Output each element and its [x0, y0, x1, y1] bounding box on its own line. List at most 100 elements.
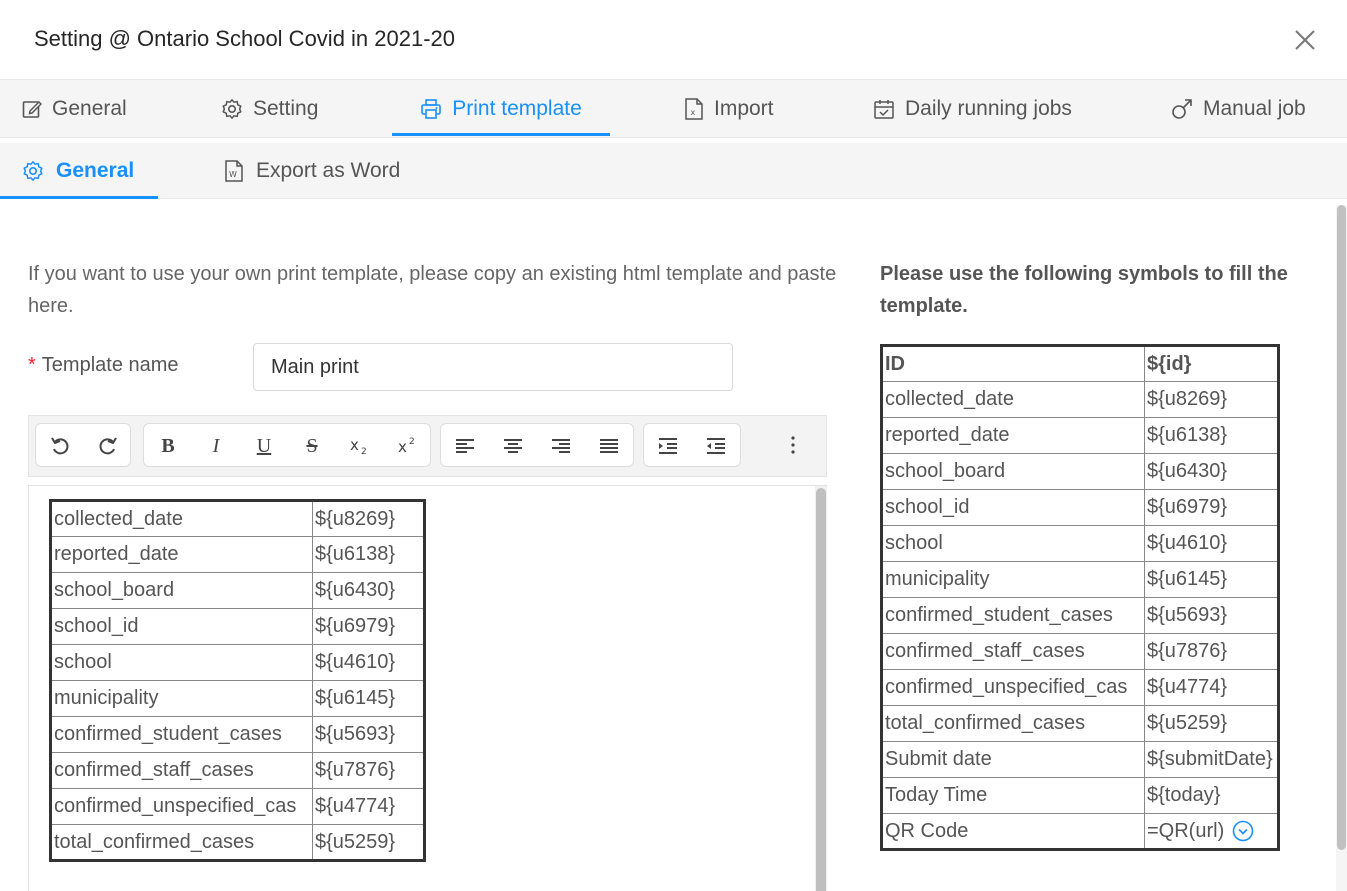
align-left-icon[interactable]: [441, 424, 489, 468]
symbol-code: =QR(url): [1147, 819, 1225, 842]
strikethrough-icon[interactable]: S: [288, 424, 336, 468]
table-row: confirmed_student_cases ${u5693}: [881, 597, 1279, 634]
symbol-name: total_confirmed_cases: [881, 705, 1145, 742]
table-cell[interactable]: school_board: [50, 572, 313, 609]
align-group: [440, 423, 634, 467]
table-row: confirmed_staff_cases ${u7876}: [50, 752, 425, 789]
tab-manual-job[interactable]: Manual job: [1171, 80, 1306, 138]
undo-icon[interactable]: [36, 424, 84, 468]
subtab-general-label: General: [56, 159, 135, 182]
table-row: collected_date ${u8269}: [881, 381, 1279, 418]
table-row: school_id ${u6979}: [881, 489, 1279, 526]
printer-icon: [421, 99, 442, 119]
italic-icon[interactable]: I: [192, 424, 240, 468]
subscript-icon[interactable]: x2: [336, 424, 384, 468]
dialog-title: Setting @ Ontario School Covid in 2021-2…: [34, 26, 456, 51]
indent-icon[interactable]: [644, 424, 692, 468]
svg-text:x: x: [691, 108, 696, 117]
table-row: confirmed_student_cases ${u5693}: [50, 716, 425, 753]
table-cell[interactable]: confirmed_student_cases: [50, 716, 313, 753]
symbol-code: ${u6145}: [1144, 561, 1279, 598]
table-row: collected_date ${u8269}: [50, 500, 425, 537]
table-cell[interactable]: ${u4774}: [312, 788, 425, 825]
tab-general-label: General: [52, 97, 127, 120]
editor-scrollbar-thumb[interactable]: [816, 488, 826, 891]
align-right-icon[interactable]: [537, 424, 585, 468]
table-cell[interactable]: ${u6430}: [312, 572, 425, 609]
symbol-code: ${u8269}: [1144, 381, 1279, 418]
table-cell[interactable]: ${u4610}: [312, 644, 425, 681]
tab-setting[interactable]: Setting: [221, 80, 318, 138]
tab-import[interactable]: x Import: [684, 80, 774, 138]
subtab-export-as-word-label: Export as Word: [256, 159, 401, 182]
table-row: total_confirmed_cases ${u5259}: [50, 824, 425, 861]
table-row: confirmed_unspecified_cas ${u4774}: [50, 788, 425, 825]
table-row: total_confirmed_cases ${u5259}: [881, 705, 1279, 742]
table-row: municipality ${u6145}: [50, 680, 425, 717]
table-cell[interactable]: collected_date: [50, 500, 313, 537]
table-cell[interactable]: ${u6979}: [312, 608, 425, 645]
table-cell[interactable]: total_confirmed_cases: [50, 824, 313, 861]
outdent-icon[interactable]: [692, 424, 740, 468]
editor-scrollbar[interactable]: [815, 486, 827, 891]
table-cell[interactable]: school_id: [50, 608, 313, 645]
tab-print-template[interactable]: Print template: [392, 80, 610, 138]
tab-daily-running-jobs-label: Daily running jobs: [905, 97, 1072, 120]
table-row: school ${u4610}: [881, 525, 1279, 562]
template-name-input[interactable]: [253, 343, 733, 391]
table-cell[interactable]: ${u7876}: [312, 752, 425, 789]
table-cell[interactable]: school: [50, 644, 313, 681]
svg-text:W: W: [229, 170, 237, 179]
bold-icon[interactable]: B: [144, 424, 192, 468]
table-cell[interactable]: ${u6145}: [312, 680, 425, 717]
superscript-icon[interactable]: x2: [384, 424, 432, 468]
editor-table[interactable]: collected_date ${u8269} reported_date ${u6…: [49, 499, 426, 862]
intro-text: If you want to use your own print templa…: [28, 263, 837, 317]
word-file-icon: W: [225, 160, 243, 182]
more-icon[interactable]: [769, 423, 817, 467]
table-row: confirmed_unspecified_cas ${u4774}: [881, 669, 1279, 706]
table-cell[interactable]: ${u6138}: [312, 536, 425, 573]
close-icon[interactable]: [1291, 26, 1319, 54]
subtab-export-as-word[interactable]: W Export as Word: [224, 143, 400, 199]
table-cell[interactable]: reported_date: [50, 536, 313, 573]
symbol-name: confirmed_staff_cases: [881, 633, 1145, 670]
table-cell[interactable]: confirmed_staff_cases: [50, 752, 313, 789]
symbol-code: ${u5259}: [1144, 705, 1279, 742]
table-row: ID ${id}: [881, 345, 1279, 382]
align-center-icon[interactable]: [489, 424, 537, 468]
table-cell[interactable]: municipality: [50, 680, 313, 717]
redo-icon[interactable]: [84, 424, 132, 468]
tab-setting-label: Setting: [253, 97, 319, 120]
symbol-name: confirmed_unspecified_cas: [881, 669, 1145, 706]
edit-icon: [22, 100, 42, 118]
table-cell[interactable]: ${u5259}: [312, 824, 425, 861]
align-justify-icon[interactable]: [585, 424, 633, 468]
table-row: school_id ${u6979}: [50, 608, 425, 645]
table-cell[interactable]: ${u8269}: [312, 500, 425, 537]
chevron-down-circle-icon[interactable]: [1232, 820, 1254, 842]
svg-text:x: x: [350, 436, 359, 454]
symbol-code: ${u4774}: [1144, 669, 1279, 706]
subtab-general[interactable]: General: [0, 143, 159, 199]
symbol-code: ${u6979}: [1144, 489, 1279, 526]
table-cell[interactable]: confirmed_unspecified_cas: [50, 788, 313, 825]
page-scrollbar-thumb[interactable]: [1337, 205, 1346, 850]
table-row: reported_date ${u6138}: [50, 536, 425, 573]
editor-toolbar: B I U S x2 x2: [28, 415, 827, 477]
tab-print-template-label: Print template: [452, 97, 582, 120]
tab-manual-job-label: Manual job: [1203, 97, 1306, 120]
table-row: Submit date ${submitDate}: [881, 741, 1279, 778]
table-cell[interactable]: ${u5693}: [312, 716, 425, 753]
template-name-label: Template name: [41, 354, 179, 376]
page-scrollbar[interactable]: [1336, 205, 1347, 891]
symbol-code: ${submitDate}: [1144, 741, 1279, 778]
table-row: reported_date ${u6138}: [881, 417, 1279, 454]
table-row: Today Time ${today}: [881, 777, 1279, 814]
tab-import-label: Import: [714, 97, 774, 120]
underline-icon[interactable]: U: [240, 424, 288, 468]
symbol-name: Today Time: [881, 777, 1145, 814]
tab-daily-running-jobs[interactable]: Daily running jobs: [873, 80, 1072, 138]
tab-general[interactable]: General: [22, 80, 127, 138]
svg-text:2: 2: [361, 447, 367, 456]
